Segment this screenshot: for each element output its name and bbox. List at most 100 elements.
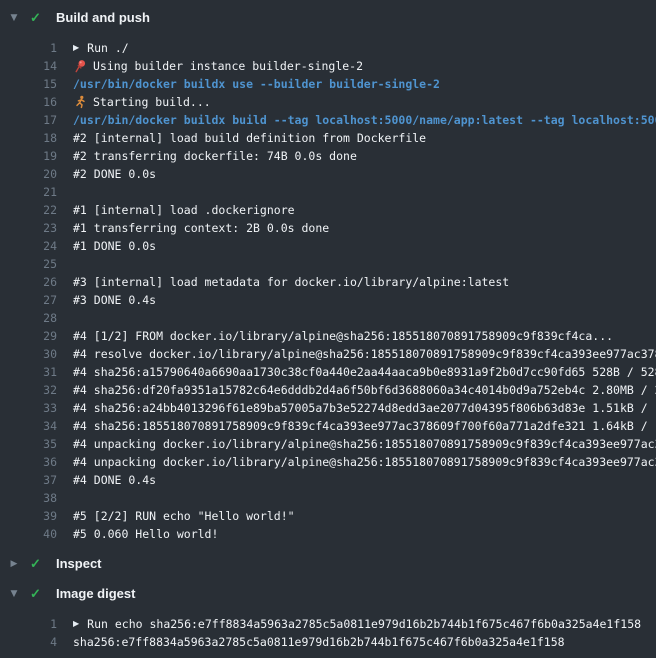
log-line: 17 /usr/bin/docker buildx build --tag lo…	[0, 111, 656, 129]
log-text: #2 DONE 0.0s	[73, 167, 156, 181]
log-line: 38	[0, 489, 656, 507]
line-number[interactable]: 32	[0, 383, 57, 397]
line-number[interactable]: 29	[0, 329, 57, 343]
log-line-content: /usr/bin/docker buildx build --tag local…	[73, 113, 656, 127]
log-text: #2 [internal] load build definition from…	[73, 131, 426, 145]
log-line-content: #1 DONE 0.0s	[73, 239, 656, 253]
log-text: #4 sha256:df20fa9351a15782c64e6dddb2d4a6…	[73, 383, 656, 397]
actions-log-viewer: ▼ ✓ Build and push 1 ▶Run ./ 14 Using bu…	[0, 0, 656, 651]
log-line: 14 Using builder instance builder-single…	[0, 57, 656, 75]
line-number[interactable]: 18	[0, 131, 57, 145]
log-line: 37 #4 DONE 0.4s	[0, 471, 656, 489]
log-line-content: #4 resolve docker.io/library/alpine@sha2…	[73, 347, 656, 361]
chevron-right-icon[interactable]: ▶	[8, 555, 20, 573]
log-text: #4 sha256:185518070891758909c9f839cf4ca3…	[73, 419, 656, 433]
check-icon: ✓	[28, 555, 43, 573]
log-line-content: #3 [internal] load metadata for docker.i…	[73, 275, 656, 289]
step-title: Image digest	[56, 585, 135, 603]
log-line: 32 #4 sha256:df20fa9351a15782c64e6dddb2d…	[0, 381, 656, 399]
log-step-section: ▼ ✓ Image digest 1 ▶Run echo sha256:e7ff…	[0, 585, 656, 651]
log-text: #4 unpacking docker.io/library/alpine@sh…	[73, 437, 656, 451]
log-line: 1 ▶Run echo sha256:e7ff8834a5963a2785c5a…	[0, 615, 656, 633]
log-text: #3 DONE 0.4s	[73, 293, 156, 307]
log-line: 33 #4 sha256:a24bb4013296f61e89ba57005a7…	[0, 399, 656, 417]
line-number[interactable]: 26	[0, 275, 57, 289]
line-number[interactable]: 16	[0, 95, 57, 109]
line-number[interactable]: 27	[0, 293, 57, 307]
chevron-down-icon[interactable]: ▼	[8, 585, 20, 603]
log-text: #1 [internal] load .dockerignore	[73, 203, 295, 217]
step-header-build-and-push[interactable]: ▼ ✓ Build and push	[0, 9, 656, 27]
line-number[interactable]: 38	[0, 491, 57, 505]
line-number[interactable]: 34	[0, 419, 57, 433]
line-number[interactable]: 31	[0, 365, 57, 379]
log-text: #4 sha256:a24bb4013296f61e89ba57005a7b3e…	[73, 401, 656, 415]
line-number[interactable]: 33	[0, 401, 57, 415]
line-number[interactable]: 1	[0, 41, 57, 55]
line-number[interactable]: 23	[0, 221, 57, 235]
line-number[interactable]: 28	[0, 311, 57, 325]
log-text: /usr/bin/docker buildx use --builder bui…	[73, 77, 440, 91]
log-line: 29 #4 [1/2] FROM docker.io/library/alpin…	[0, 327, 656, 345]
log-text: #1 transferring context: 2B 0.0s done	[73, 221, 329, 235]
log-text: #4 sha256:a15790640a6690aa1730c38cf0a440…	[73, 365, 656, 379]
log-line-content: #4 sha256:a24bb4013296f61e89ba57005a7b3e…	[73, 401, 656, 415]
expand-group-icon[interactable]: ▶	[73, 615, 79, 633]
log-text: /usr/bin/docker buildx build --tag local…	[73, 113, 656, 127]
line-number[interactable]: 22	[0, 203, 57, 217]
line-number[interactable]: 25	[0, 257, 57, 271]
log-line: 27 #3 DONE 0.4s	[0, 291, 656, 309]
log-line: 28	[0, 309, 656, 327]
line-number[interactable]: 30	[0, 347, 57, 361]
log-text: #4 [1/2] FROM docker.io/library/alpine@s…	[73, 329, 613, 343]
log-line-content: sha256:e7ff8834a5963a2785c5a0811e979d16b…	[73, 635, 656, 649]
line-number[interactable]: 4	[0, 635, 57, 649]
log-text: #1 DONE 0.0s	[73, 239, 156, 253]
log-line-content: /usr/bin/docker buildx use --builder bui…	[73, 77, 656, 91]
log-line-content: #2 DONE 0.0s	[73, 167, 656, 181]
log-line: 4 sha256:e7ff8834a5963a2785c5a0811e979d1…	[0, 633, 656, 651]
log-line-content: #2 transferring dockerfile: 74B 0.0s don…	[73, 149, 656, 163]
line-number[interactable]: 17	[0, 113, 57, 127]
check-icon: ✓	[28, 585, 43, 603]
step-title: Inspect	[56, 555, 102, 573]
line-number[interactable]: 20	[0, 167, 57, 181]
step-header-inspect[interactable]: ▶ ✓ Inspect	[0, 555, 656, 573]
log-step-section: ▶ ✓ Inspect	[0, 555, 656, 573]
log-line: 1 ▶Run ./	[0, 39, 656, 57]
line-number[interactable]: 39	[0, 509, 57, 523]
line-number[interactable]: 19	[0, 149, 57, 163]
log-line: 18 #2 [internal] load build definition f…	[0, 129, 656, 147]
log-line-content: #4 sha256:df20fa9351a15782c64e6dddb2d4a6…	[73, 383, 656, 397]
check-icon: ✓	[28, 9, 43, 27]
log-line: 30 #4 resolve docker.io/library/alpine@s…	[0, 345, 656, 363]
line-number[interactable]: 35	[0, 437, 57, 451]
log-line-content: #4 unpacking docker.io/library/alpine@sh…	[73, 437, 656, 451]
log-line-content: Starting build...	[73, 95, 656, 109]
line-number[interactable]: 1	[0, 617, 57, 631]
chevron-down-icon[interactable]: ▼	[8, 9, 20, 27]
log-line-content: #2 [internal] load build definition from…	[73, 131, 656, 145]
step-log-lines: 1 ▶Run ./ 14 Using builder instance buil…	[0, 39, 656, 543]
step-log-lines: 1 ▶Run echo sha256:e7ff8834a5963a2785c5a…	[0, 615, 656, 651]
line-number[interactable]: 14	[0, 59, 57, 73]
log-text: Starting build...	[93, 95, 211, 109]
line-number[interactable]: 40	[0, 527, 57, 541]
log-line-content: #1 transferring context: 2B 0.0s done	[73, 221, 656, 235]
log-text: #4 DONE 0.4s	[73, 473, 156, 487]
line-number[interactable]: 15	[0, 77, 57, 91]
line-number[interactable]: 24	[0, 239, 57, 253]
log-line-content: #5 0.060 Hello world!	[73, 527, 656, 541]
line-number[interactable]: 21	[0, 185, 57, 199]
log-line: 20 #2 DONE 0.0s	[0, 165, 656, 183]
log-line-content: ▶Run echo sha256:e7ff8834a5963a2785c5a08…	[73, 615, 656, 633]
log-text: #3 [internal] load metadata for docker.i…	[73, 275, 509, 289]
expand-group-icon[interactable]: ▶	[73, 39, 79, 57]
line-number[interactable]: 37	[0, 473, 57, 487]
log-line-content: #1 [internal] load .dockerignore	[73, 203, 656, 217]
line-number[interactable]: 36	[0, 455, 57, 469]
log-line-content: #4 [1/2] FROM docker.io/library/alpine@s…	[73, 329, 656, 343]
log-text: sha256:e7ff8834a5963a2785c5a0811e979d16b…	[73, 635, 565, 649]
log-line-content: #5 [2/2] RUN echo "Hello world!"	[73, 509, 656, 523]
step-header-image-digest[interactable]: ▼ ✓ Image digest	[0, 585, 656, 603]
